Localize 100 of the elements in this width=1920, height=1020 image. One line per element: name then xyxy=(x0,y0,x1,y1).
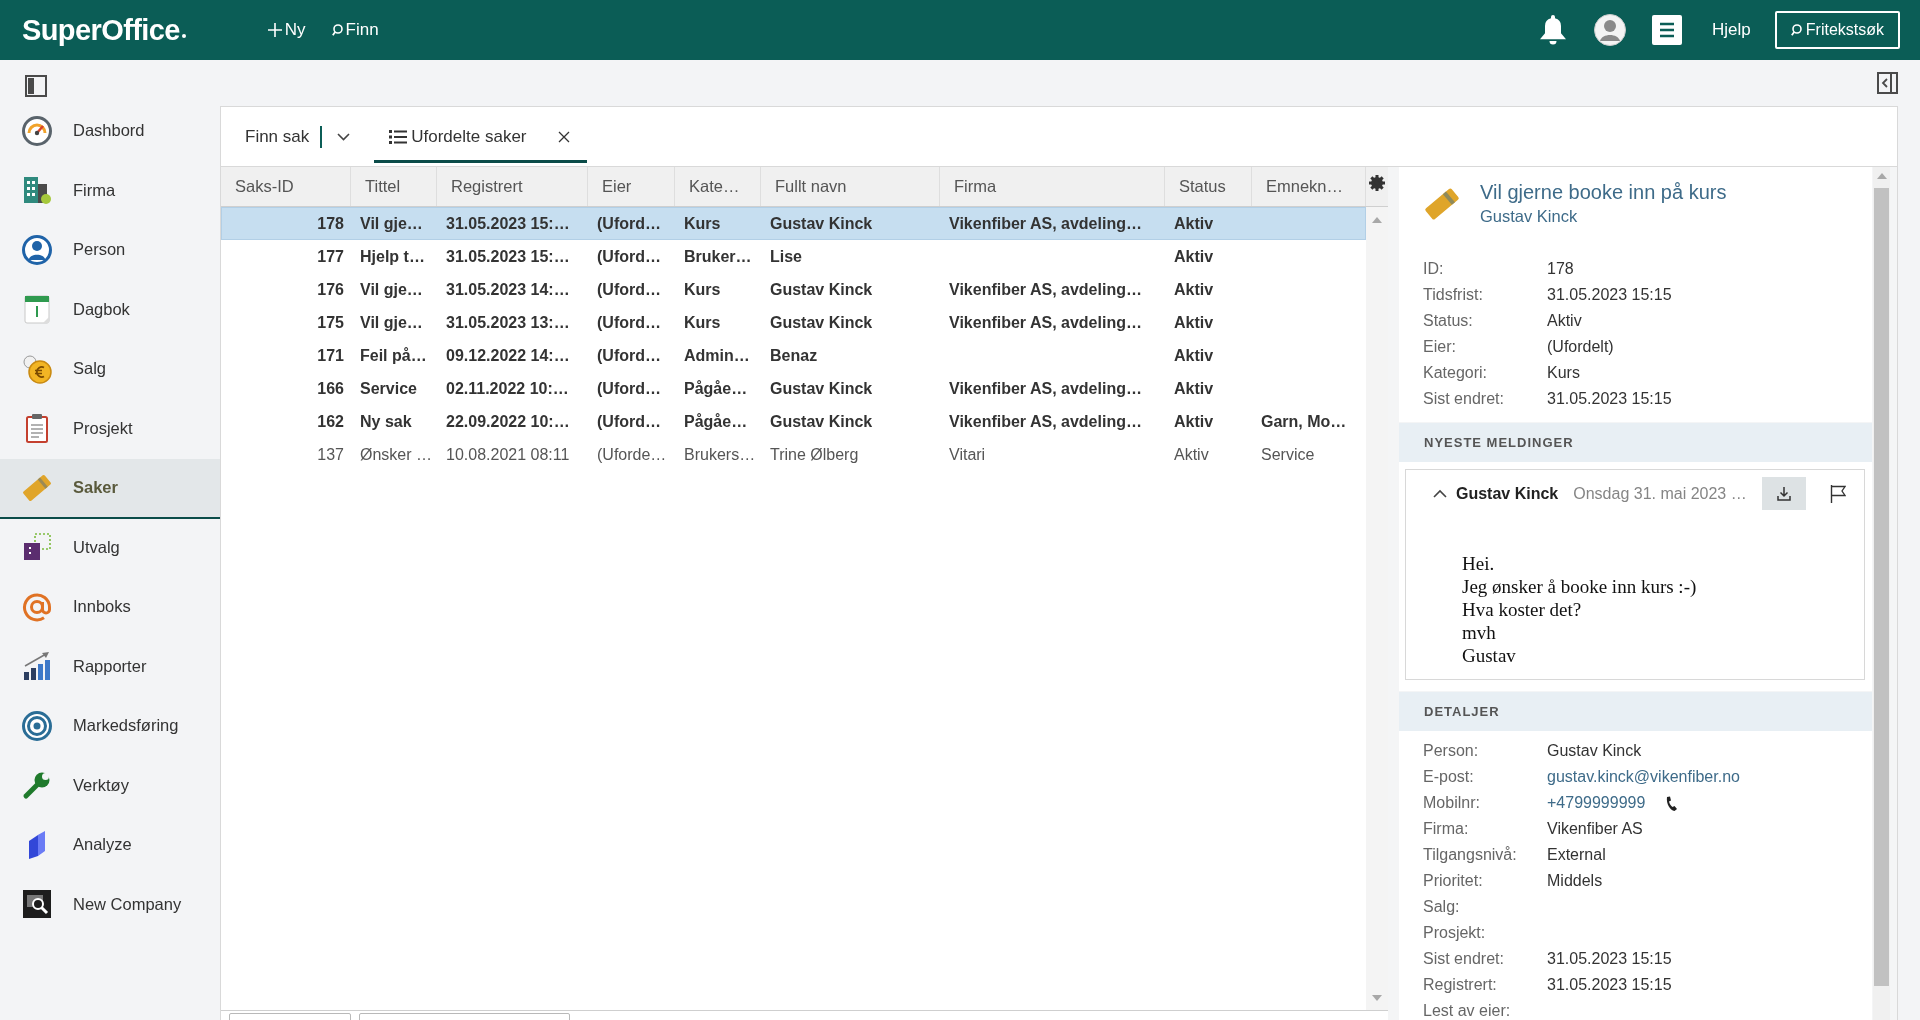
table-row[interactable]: 176 Vil gje… 31.05.2023 14:… (Uford… Kurs Gustav Kinck Vikenfiber AS, avdeling… Aktiv xyxy=(221,273,1366,306)
bell-icon[interactable] xyxy=(1540,15,1567,45)
field-label: Firma: xyxy=(1423,820,1470,838)
logo[interactable]: SuperOffice xyxy=(22,13,180,47)
table-cell-text: Pågåe… xyxy=(683,412,749,431)
sidebar-item[interactable]: Rapporter xyxy=(0,637,220,697)
table-row[interactable]: 177 Hjelp t… 31.05.2023 15:… (Uford… Bruker… Lise Aktiv xyxy=(221,240,1366,273)
chevron-down-icon[interactable] xyxy=(337,132,351,141)
table-cell-text: 10.08.2021 08:11 xyxy=(445,445,571,464)
sidebar-toggle-icon[interactable] xyxy=(25,75,47,97)
avatar-icon[interactable] xyxy=(1594,14,1627,46)
column-header[interactable]: Saks-ID xyxy=(221,167,351,206)
new-button[interactable]: Ny xyxy=(265,20,308,40)
table-cell-text: Aktiv xyxy=(1173,313,1215,332)
sidebar-item[interactable]: Verktøy xyxy=(0,756,220,816)
sidebar-item[interactable]: Salg xyxy=(0,340,220,400)
sidebar-item[interactable]: Saker xyxy=(0,459,220,519)
phone-link[interactable]: +4799999999 xyxy=(1547,794,1646,812)
table-row[interactable]: 171 Feil på… 09.12.2022 14:… (Uford… Admin… Benaz Aktiv xyxy=(221,339,1366,372)
email-link[interactable]: gustav.kinck@vikenfiber.no xyxy=(1547,768,1740,786)
field-value: Middels xyxy=(1547,872,1603,890)
caret-up-icon[interactable] xyxy=(1433,489,1447,498)
table-cell-text: Kurs xyxy=(683,280,722,299)
table-row[interactable]: 175 Vil gje… 31.05.2023 13:… (Uford… Kurs Gustav Kinck Vikenfiber AS, avdeling… Aktiv xyxy=(221,306,1366,339)
search-icon xyxy=(1790,24,1802,36)
plus-icon xyxy=(267,23,282,37)
sidebar-item[interactable]: Markedsføring xyxy=(0,697,220,757)
table-row[interactable]: 162 Ny sak 22.09.2022 10:… (Uford… Pågåe… Gustav Kinck Vikenfiber AS, avdeling… Aktiv Garn, Mo… xyxy=(221,405,1366,438)
settings-icon[interactable] xyxy=(1369,175,1385,191)
table-cell-text: Pågåe… xyxy=(683,379,749,398)
field-label: Prioritet: xyxy=(1423,872,1484,890)
table-cell-text: (Uford… xyxy=(596,247,662,266)
table-row[interactable]: 166 Service 02.11.2022 10:… (Uford… Pågåe… Gustav Kinck Vikenfiber AS, avdeling… Aktiv xyxy=(221,372,1366,405)
sidebar-item[interactable]: Analyze xyxy=(0,816,220,876)
table-cell-text: Vil gje… xyxy=(359,214,424,233)
person-icon xyxy=(22,234,52,265)
dot-icon xyxy=(181,34,186,38)
scrollbar-thumb[interactable] xyxy=(1874,188,1889,986)
field-value: 31.05.2023 15:15 xyxy=(1547,390,1672,408)
sidebar-item[interactable]: Dashbord xyxy=(0,102,220,162)
field-value: 31.05.2023 15:15 xyxy=(1547,950,1672,968)
menu-icon[interactable] xyxy=(1652,15,1683,45)
table-cell-text: Lise xyxy=(769,247,803,266)
table-cell-text: Aktiv xyxy=(1173,445,1210,464)
table-cell-text: Aktiv xyxy=(1173,214,1215,233)
case-subtitle[interactable]: Gustav Kinck xyxy=(1480,205,1727,227)
table-cell-text: Ny sak xyxy=(359,412,413,431)
table-cell-text: Gustav Kinck xyxy=(769,412,874,431)
table-cell-text: Gustav Kinck xyxy=(769,313,874,332)
tab[interactable]: Finn sak xyxy=(245,113,351,163)
table-cell-text: Vikenfiber AS, avdeling… xyxy=(948,379,1143,398)
column-header[interactable]: Fullt navn xyxy=(761,167,940,206)
column-header[interactable]: Kate… xyxy=(675,167,761,206)
table-row[interactable]: 137 Ønsker … 10.08.2021 08:11 (Uforde… Brukers… Trine Ølberg Vitari Aktiv Service xyxy=(221,438,1366,471)
field-label: Sist endret: xyxy=(1423,390,1505,408)
table-cell-text: 02.11.2022 10:… xyxy=(445,379,570,398)
scrollbar[interactable] xyxy=(1873,167,1890,1020)
sidebar-item[interactable]: Dagbok xyxy=(0,280,220,340)
phone-icon[interactable] xyxy=(1665,795,1678,811)
table-row[interactable]: 178 Vil gje… 31.05.2023 15:… (Uford… Kurs Gustav Kinck Vikenfiber AS, avdeling… Aktiv xyxy=(221,207,1366,240)
building-icon xyxy=(22,175,52,206)
table-cell-text: 171 xyxy=(316,346,345,365)
table-cell-text: (Uford… xyxy=(596,346,662,365)
table-cell-text: Aktiv xyxy=(1173,280,1215,299)
table-cell-text: Bruker… xyxy=(683,247,753,266)
download-button[interactable] xyxy=(1762,477,1806,510)
column-header[interactable]: Eier xyxy=(588,167,675,206)
table-cell-text: (Uford… xyxy=(596,214,662,233)
tab[interactable]: Ufordelte saker xyxy=(374,113,587,163)
table-cell-text: Gustav Kinck xyxy=(769,379,874,398)
sidebar-item[interactable]: Firma xyxy=(0,161,220,221)
table-cell-text: (Uford… xyxy=(596,379,662,398)
table-cell-text: Service xyxy=(359,379,418,398)
field-label: Salg: xyxy=(1423,898,1461,916)
table-cell-text: Feil på… xyxy=(359,346,428,365)
table-cell-text: 31.05.2023 15:… xyxy=(445,214,571,233)
find-button[interactable]: Finn xyxy=(329,20,381,40)
sidebar-item[interactable]: Prosjekt xyxy=(0,399,220,459)
close-icon[interactable] xyxy=(557,130,570,143)
sidebar-item[interactable]: New Company xyxy=(0,875,220,935)
field-value: 178 xyxy=(1547,260,1574,278)
table-cell-text: Vikenfiber AS, avdeling… xyxy=(948,412,1143,431)
help-link[interactable]: Hjelp xyxy=(1712,20,1751,40)
field-label: Lest av eier: xyxy=(1423,1002,1512,1020)
search-button[interactable]: Fritekstsøk xyxy=(1774,11,1900,49)
field-label: Registrert: xyxy=(1423,976,1498,994)
column-header[interactable]: Tittel xyxy=(351,167,437,206)
sidebar-item[interactable]: Person xyxy=(0,221,220,281)
column-header[interactable]: Emnekn… xyxy=(1252,167,1366,206)
sidebar-item[interactable]: Innboks xyxy=(0,578,220,638)
column-header[interactable]: Firma xyxy=(940,167,1165,206)
flag-icon[interactable] xyxy=(1830,484,1846,503)
sidebar-item[interactable]: Utvalg xyxy=(0,518,220,578)
column-header[interactable]: Status xyxy=(1165,167,1252,206)
panel-collapse-icon[interactable] xyxy=(1877,72,1898,94)
table-cell-text: (Uford… xyxy=(596,313,662,332)
table-cell-text: 178 xyxy=(316,214,345,233)
column-header[interactable]: Registrert xyxy=(437,167,588,206)
table-cell-text: 31.05.2023 15:… xyxy=(445,247,571,266)
table-cell-text: 137 xyxy=(316,445,345,464)
